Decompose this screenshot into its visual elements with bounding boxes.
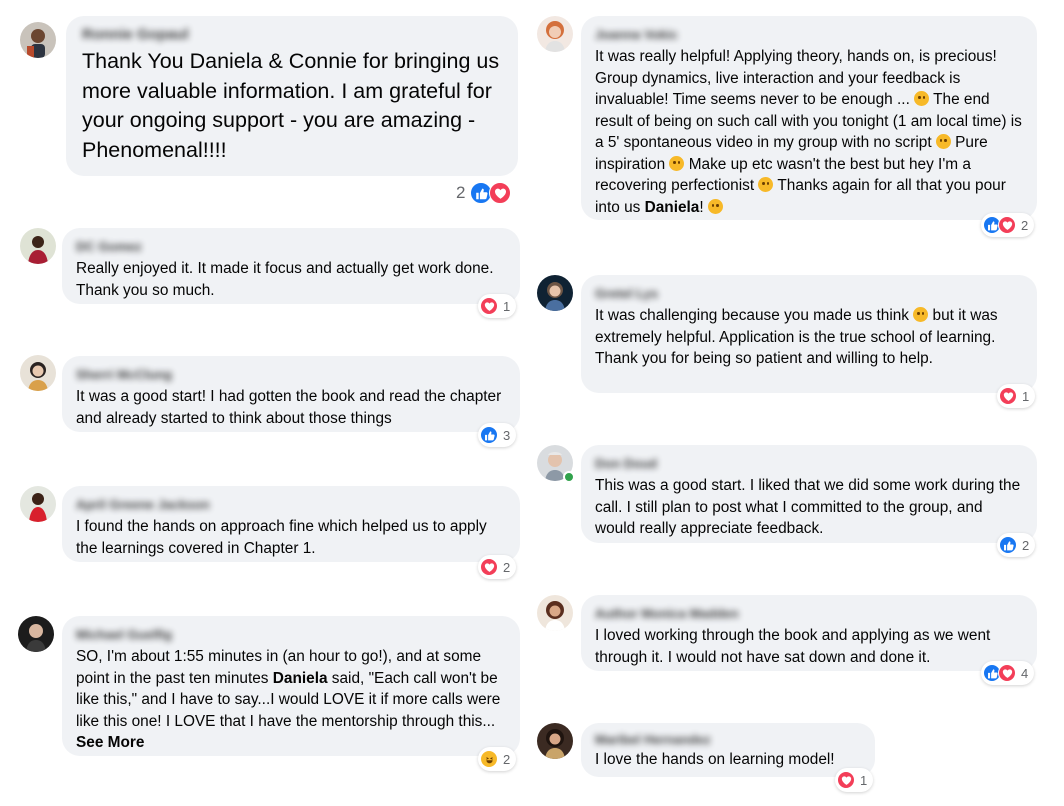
relieved-face-icon [669, 155, 685, 171]
reactions-summary[interactable]: 1 [997, 384, 1036, 408]
comment-text: It was really helpful! Applying theory, … [595, 48, 1022, 216]
comment-bubble: Author Monica Madden I loved working thr… [581, 595, 1037, 671]
upside-down-face-icon [914, 91, 930, 106]
see-more-link[interactable]: See More [76, 734, 144, 751]
reaction-count: 3 [503, 427, 511, 443]
comment-bubble: Sherri McClung It was a good start! I ha… [62, 356, 520, 432]
comment-text: It was a good start! I had gotten the bo… [76, 388, 502, 427]
like-icon [999, 536, 1017, 554]
thinking-face-icon [913, 307, 929, 322]
love-icon [837, 771, 855, 789]
mention-daniela[interactable]: Daniela [645, 199, 700, 216]
love-icon [480, 558, 498, 576]
reaction-count: 1 [860, 772, 868, 788]
avatar[interactable] [20, 486, 56, 522]
comment-bubble: April Greene Jackson I found the hands o… [62, 486, 520, 562]
reaction-count: 2 [503, 751, 511, 767]
comment-text: I found the hands on approach fine which… [76, 518, 487, 557]
commenter-name[interactable]: Author Monica Madden [595, 606, 739, 621]
love-icon [998, 216, 1016, 234]
avatar[interactable] [20, 22, 56, 58]
reactions-summary[interactable]: 2 [997, 533, 1036, 557]
comment-bubble: Ronnie Gopaul Thank You Daniela & Connie… [66, 16, 518, 176]
comment-text: I loved working through the book and app… [595, 627, 991, 666]
comment-bubble: Gretel Lys It was challenging because yo… [581, 275, 1037, 393]
commenter-name[interactable]: Michael Guelfig [76, 627, 172, 642]
avatar[interactable] [537, 275, 573, 311]
reaction-count: 2 [456, 183, 466, 202]
online-status-indicator [563, 471, 575, 483]
comment-bubble: DC Gomez Really enjoyed it. It made it f… [62, 228, 520, 304]
commenter-name[interactable]: Gretel Lys [595, 286, 658, 301]
avatar[interactable] [537, 723, 573, 759]
commenter-name[interactable]: Maribel Hernandez [595, 732, 711, 747]
haha-icon [480, 750, 498, 768]
love-icon [489, 182, 512, 204]
reactions-summary[interactable]: 4 [981, 661, 1035, 685]
comment-bubble: Michael Guelfig SO, I'm about 1:55 minut… [62, 616, 520, 756]
avatar[interactable] [18, 616, 54, 652]
comment-text: Really enjoyed it. It made it focus and … [76, 260, 494, 299]
comment-text: It was challenging because you made us t… [595, 307, 998, 367]
avatar[interactable] [20, 355, 56, 391]
winking-kiss-face-icon [707, 198, 723, 214]
avatar[interactable] [20, 228, 56, 264]
comment-text: This was a good start. I liked that we d… [595, 477, 1021, 537]
love-icon [999, 387, 1017, 405]
reactions-summary[interactable]: 2 [478, 555, 517, 579]
comment-bubble: Maribel Hernandez I love the hands on le… [581, 723, 875, 777]
reactions-summary[interactable]: 2 [981, 213, 1035, 237]
reaction-count: 2 [1022, 537, 1030, 553]
avatar[interactable] [537, 595, 573, 631]
reactions-summary[interactable]: 1 [835, 768, 874, 792]
love-icon [480, 297, 498, 315]
reaction-count: 1 [503, 298, 511, 314]
love-icon [998, 664, 1016, 682]
reactions-summary[interactable]: 3 [478, 423, 517, 447]
reactions-summary[interactable]: 1 [478, 294, 517, 318]
like-icon [480, 426, 498, 444]
commenter-name[interactable]: Sherri McClung [76, 367, 172, 382]
comment-text: Thank You Daniela & Connie for bringing … [82, 49, 500, 162]
comment-text: I love the hands on learning model! [595, 751, 835, 768]
comment-text: SO, I'm about 1:55 minutes in (an hour t… [76, 648, 501, 751]
reaction-count: 2 [1021, 217, 1029, 233]
reaction-count: 2 [503, 559, 511, 575]
commenter-name[interactable]: Ronnie Gopaul [82, 26, 189, 43]
commenter-name[interactable]: DC Gomez [76, 239, 142, 254]
comment-bubble: Joanna Vokic It was really helpful! Appl… [581, 16, 1037, 220]
laughing-face-icon [758, 177, 774, 192]
comment-bubble: Don Doud This was a good start. I liked … [581, 445, 1037, 543]
upside-down-face-icon [935, 134, 951, 149]
reaction-count: 4 [1021, 665, 1029, 681]
mention-daniela[interactable]: Daniela [273, 670, 328, 687]
commenter-name[interactable]: Joanna Vokic [595, 27, 678, 42]
commenter-name[interactable]: Don Doud [595, 456, 657, 471]
commenter-name[interactable]: April Greene Jackson [76, 497, 210, 512]
reactions-summary[interactable]: 2 [452, 179, 516, 207]
avatar[interactable] [537, 16, 573, 52]
reactions-summary[interactable]: 2 [478, 747, 517, 771]
reaction-count: 1 [1022, 388, 1030, 404]
